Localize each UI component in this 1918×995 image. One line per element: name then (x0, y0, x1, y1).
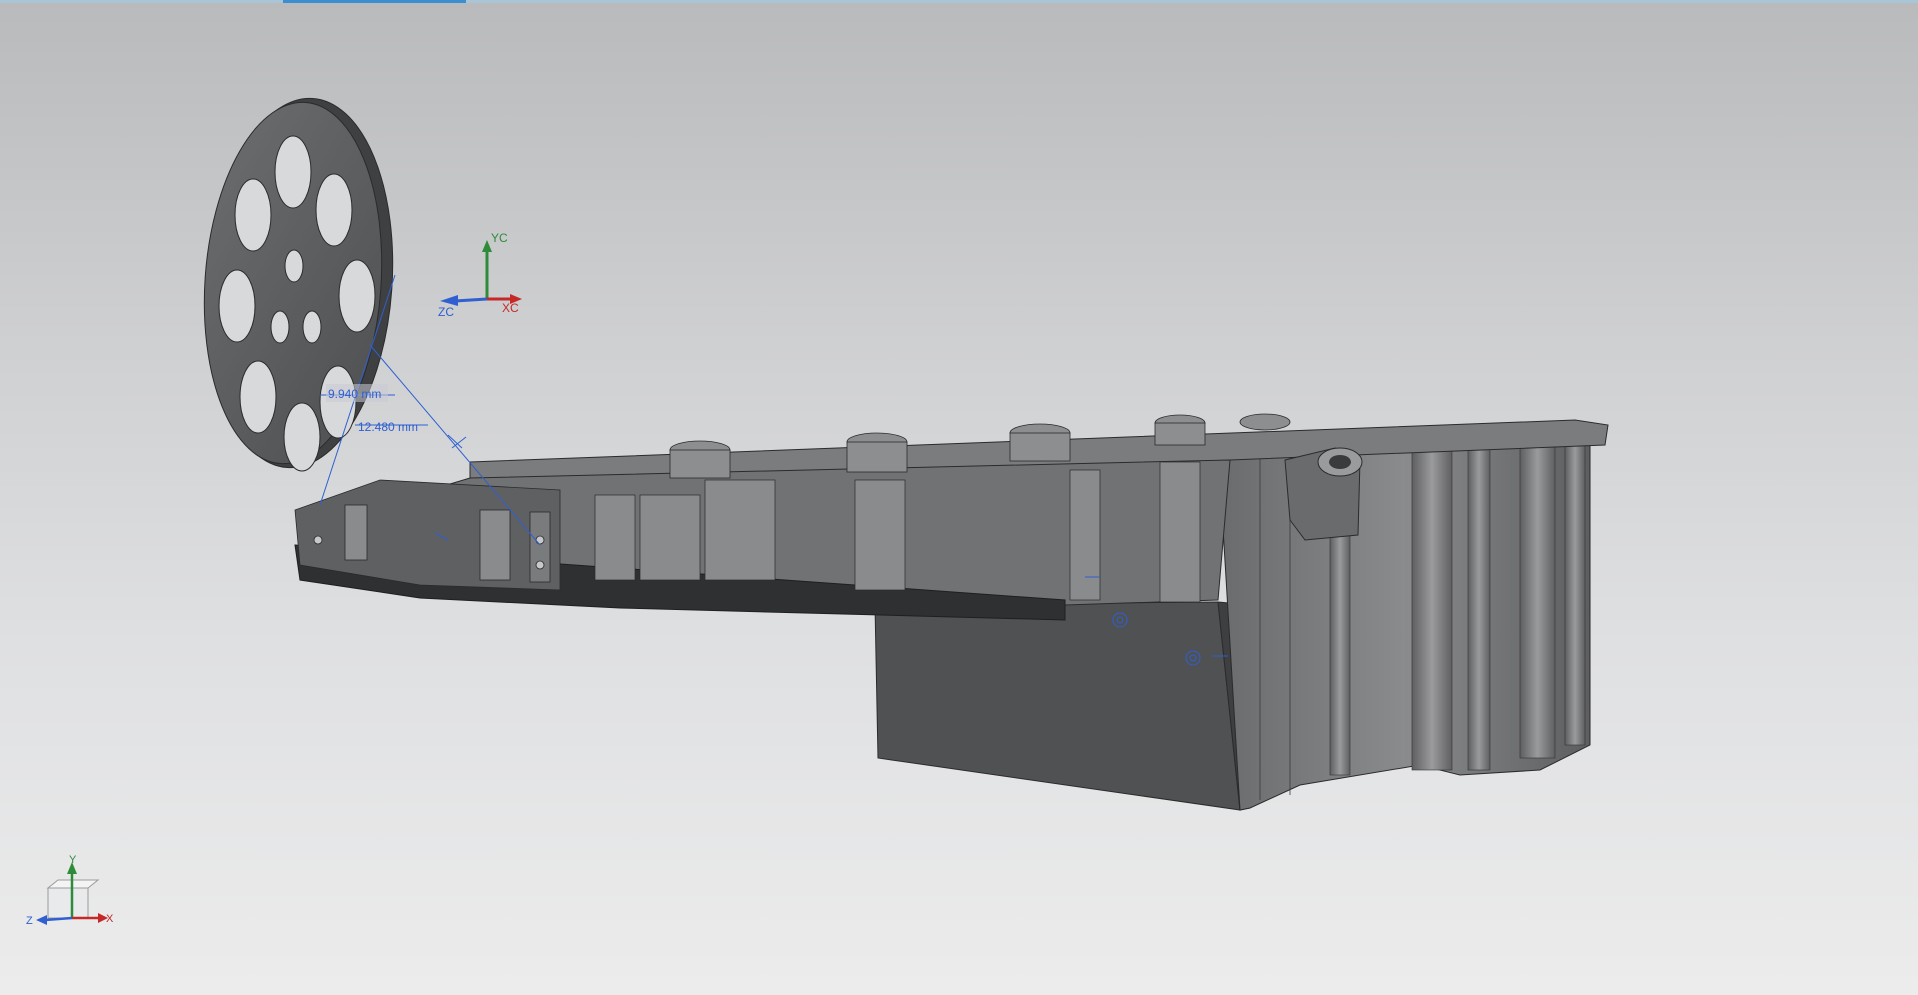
graphics-window[interactable]: 9.940 mm 12.480 mm YC XC ZC Y X Z (0, 0, 1918, 995)
model-scene[interactable]: 9.940 mm 12.480 mm YC XC ZC Y X Z (0, 0, 1918, 995)
wcs-z-label: ZC (438, 305, 454, 319)
view-x-label: X (106, 913, 114, 925)
drain-port-boss[interactable] (1284, 447, 1363, 541)
oil-pan-body[interactable] (294, 413, 1609, 811)
wcs-x-label: XC (502, 301, 519, 315)
view-z-label: Z (26, 915, 33, 927)
view-orientation-cube-icon[interactable]: Y X Z (26, 854, 114, 927)
dimension-label-1[interactable]: 9.940 mm (328, 387, 381, 401)
dimension-label-2[interactable]: 12.480 mm (358, 420, 418, 434)
wcs-y-label: YC (491, 231, 508, 245)
view-y-label: Y (69, 854, 77, 866)
pickup-disc[interactable] (193, 92, 405, 474)
wcs-triad-icon[interactable]: YC XC ZC (438, 231, 522, 319)
